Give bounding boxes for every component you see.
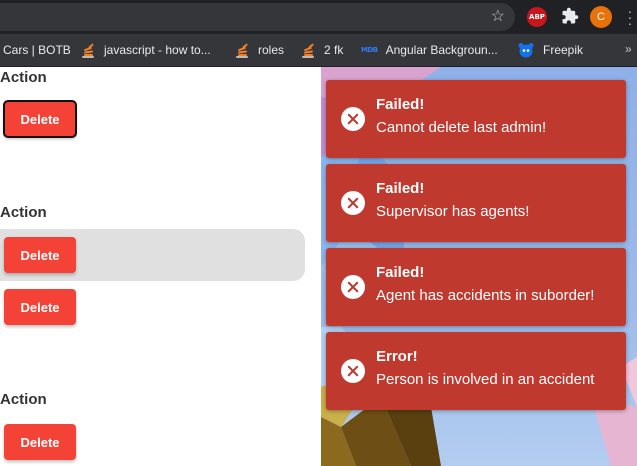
action-column-header: Action [0, 204, 47, 221]
error-toast[interactable]: Failed! Cannot delete last admin! [326, 80, 626, 158]
toast-title: Error! [376, 348, 418, 365]
bookmarks-overflow-icon[interactable]: » [625, 42, 632, 56]
error-toast[interactable]: Failed! Agent has accidents in suborder! [326, 248, 626, 326]
adblock-extension-icon[interactable]: ABP [527, 7, 547, 27]
delete-button[interactable]: Delete [4, 237, 76, 273]
bookmark-star-icon[interactable]: ☆ [491, 6, 505, 28]
toast-title: Failed! [376, 180, 425, 197]
bookmark-roles[interactable]: roles [236, 34, 284, 66]
error-toast[interactable]: Failed! Supervisor has agents! [326, 164, 626, 242]
bookmarks-bar: Cars | BOTB javascript - how to... roles [0, 34, 637, 67]
toast-title: Failed! [376, 264, 425, 281]
error-circle-x-icon [341, 359, 365, 383]
toast-message: Supervisor has agents! [376, 203, 530, 220]
stackoverflow-icon [302, 42, 316, 58]
bookmark-javascript[interactable]: javascript - how to... [82, 34, 211, 66]
mdb-icon: MDB [361, 46, 378, 54]
error-circle-x-icon [341, 107, 365, 131]
stackoverflow-icon [236, 42, 250, 58]
browser-menu-icon[interactable]: · · · [627, 4, 633, 30]
delete-button[interactable]: Delete [4, 289, 76, 325]
error-toast[interactable]: Error! Person is involved in an accident [326, 332, 626, 410]
delete-button[interactable]: Delete [4, 424, 76, 460]
toast-message: Cannot delete last admin! [376, 119, 547, 136]
stackoverflow-icon [82, 42, 96, 58]
profile-avatar[interactable]: C [590, 6, 612, 28]
bookmark-label: roles [258, 43, 285, 57]
toast-message: Agent has accidents in suborder! [376, 287, 595, 304]
bookmark-angular-background[interactable]: MDB Angular Backgroun... [361, 34, 498, 66]
bookmark-label: Cars | BOTB [3, 43, 71, 57]
bookmark-cars-botb[interactable]: Cars | BOTB [3, 34, 71, 66]
bookmark-label: Angular Backgroun... [385, 43, 498, 57]
bookmark-label: javascript - how to... [104, 43, 211, 57]
action-column-header: Action [0, 391, 47, 408]
extensions-puzzle-icon[interactable] [561, 7, 579, 25]
toast-message: Person is involved in an accident [376, 371, 595, 388]
address-bar[interactable]: ☆ [0, 3, 515, 31]
bookmark-2fk[interactable]: 2 fk [302, 34, 343, 66]
bookmark-label: Freepik [543, 43, 584, 57]
error-circle-x-icon [341, 275, 365, 299]
toast-title: Failed! [376, 96, 425, 113]
action-column-header: Action [0, 69, 47, 86]
freepik-icon [518, 43, 534, 58]
bookmark-label: 2 fk [324, 43, 344, 57]
browser-toolbar: ☆ ABP C · · · [0, 0, 637, 34]
error-circle-x-icon [341, 191, 365, 215]
delete-button[interactable]: Delete [3, 100, 77, 138]
bookmark-freepik[interactable]: Freepik [517, 34, 583, 66]
